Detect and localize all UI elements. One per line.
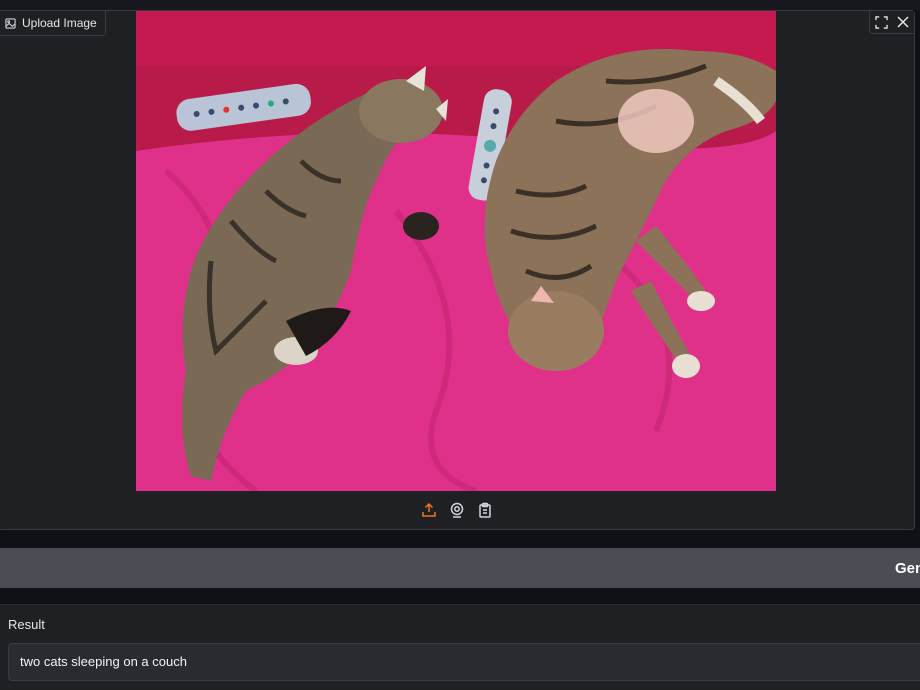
image-top-controls	[869, 11, 914, 34]
generate-button[interactable]: Generate	[0, 548, 920, 588]
top-strip	[0, 0, 920, 10]
image-icon	[5, 17, 16, 29]
close-icon[interactable]	[892, 11, 914, 33]
fullscreen-icon[interactable]	[870, 11, 892, 33]
image-source-bar	[0, 491, 914, 529]
upload-icon[interactable]	[420, 501, 438, 519]
result-block: Result two cats sleeping on a couch	[0, 604, 920, 690]
upload-image-label-text: Upload Image	[22, 16, 97, 30]
app-page: Upload Image Gen Result two cats sleepin…	[0, 0, 920, 690]
uploaded-image	[136, 11, 776, 491]
generate-button-label: Generate	[894, 559, 920, 577]
image-upload-block[interactable]: Upload Image	[0, 10, 915, 530]
result-label: Result	[8, 617, 45, 632]
webcam-icon[interactable]	[448, 501, 466, 519]
clipboard-icon[interactable]	[476, 501, 494, 519]
result-textbox[interactable]: two cats sleeping on a couch	[8, 643, 920, 681]
upload-image-label: Upload Image	[0, 11, 106, 36]
